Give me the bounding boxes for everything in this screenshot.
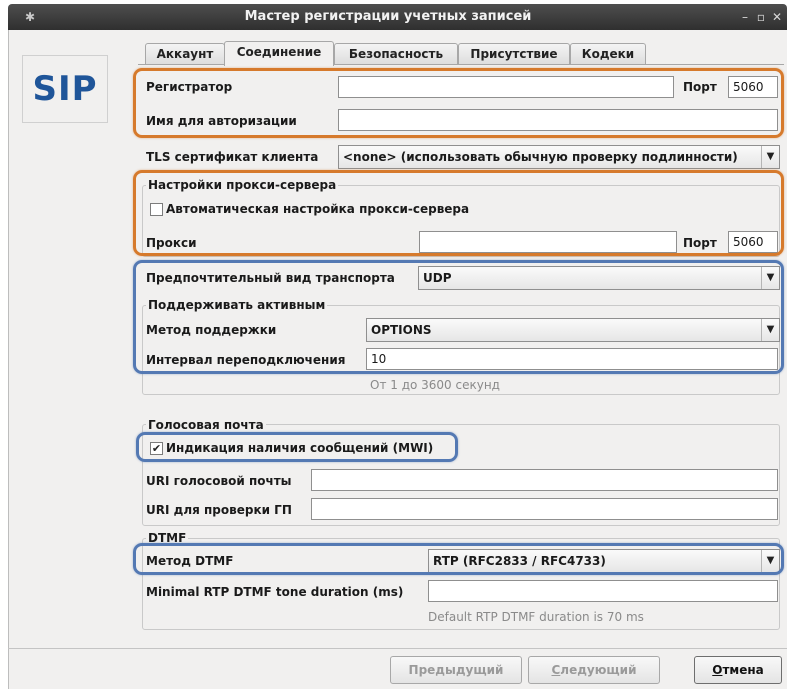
transport-dropdown[interactable]: UDP ▼ — [418, 266, 780, 290]
keepalive-group-title: Поддерживать активным — [146, 298, 328, 312]
mwi-checkbox[interactable]: ✔ — [150, 442, 163, 455]
proxy-group-title: Настройки прокси-сервера — [146, 178, 339, 192]
dtmf-duration-input[interactable] — [428, 580, 778, 602]
next-button[interactable]: Следующий — [528, 656, 660, 684]
reconnect-interval-hint: От 1 до 3600 секунд — [370, 378, 500, 392]
keepalive-method-dropdown[interactable]: OPTIONS ▼ — [366, 318, 780, 342]
title-bar[interactable]: ✱ Мастер регистрации учетных записей – ▫… — [8, 4, 787, 30]
voicemail-uri-label: URI голосовой почты — [146, 474, 292, 488]
dtmf-method-label: Метод DTMF — [146, 554, 234, 568]
chevron-down-icon: ▼ — [761, 319, 779, 341]
tls-cert-label: TLS сертификат клиента — [146, 150, 319, 164]
keepalive-method-label: Метод поддержки — [146, 323, 277, 337]
tab-codecs[interactable]: Кодеки — [570, 43, 646, 65]
footer-divider — [8, 648, 787, 649]
previous-button[interactable]: Предыдущий — [390, 656, 522, 684]
transport-label: Предпочтительный вид транспорта — [146, 271, 395, 285]
tls-cert-dropdown[interactable]: <none> (использовать обычную проверку по… — [338, 145, 780, 169]
registrar-input[interactable] — [338, 76, 674, 98]
voicemail-uri-input[interactable] — [311, 469, 778, 491]
dtmf-method-dropdown[interactable]: RTP (RFC2833 / RFC4733) ▼ — [428, 549, 780, 573]
chevron-down-icon: ▼ — [761, 267, 779, 289]
mwi-label[interactable]: Индикация наличия сообщений (MWI) — [166, 438, 433, 458]
registrar-label: Регистратор — [146, 80, 233, 94]
next-label-rest: ледующий — [560, 663, 637, 677]
dtmf-duration-label: Minimal RTP DTMF tone duration (ms) — [146, 585, 404, 599]
dtmf-duration-hint: Default RTP DTMF duration is 70 ms — [428, 610, 644, 624]
tab-connection[interactable]: Соединение — [224, 41, 334, 66]
proxy-label: Прокси — [146, 236, 197, 250]
chevron-down-icon: ▼ — [761, 146, 779, 168]
cancel-label-rest: тмена — [722, 663, 764, 677]
proxy-port-label: Порт — [683, 236, 717, 250]
proxy-auto-checkbox[interactable] — [150, 203, 163, 216]
tab-security[interactable]: Безопасность — [334, 43, 458, 65]
cancel-mnemonic: О — [712, 663, 723, 677]
auth-name-input[interactable] — [338, 109, 778, 131]
tls-cert-value: <none> (использовать обычную проверку по… — [343, 150, 738, 164]
minimize-icon[interactable]: – — [738, 8, 752, 26]
voicemail-group-title: Голосовая почта — [146, 418, 266, 432]
tab-account[interactable]: Аккаунт — [145, 43, 225, 65]
next-mnemonic: С — [551, 663, 561, 677]
proxy-input[interactable] — [419, 231, 677, 253]
cancel-button[interactable]: Отмена — [694, 656, 782, 684]
dtmf-group-title: DTMF — [146, 531, 189, 545]
dtmf-method-value: RTP (RFC2833 / RFC4733) — [433, 554, 606, 568]
window-title: Мастер регистрации учетных записей — [244, 9, 532, 24]
reconnect-interval-label: Интервал переподключения — [146, 353, 346, 367]
close-icon[interactable]: ✕ — [770, 8, 784, 26]
logo-frame: SIP — [22, 55, 108, 123]
reconnect-interval-input[interactable]: 10 — [366, 348, 778, 370]
tab-presence[interactable]: Присутствие — [458, 43, 570, 65]
registrar-port-label: Порт — [683, 80, 717, 94]
sip-logo: SIP — [32, 69, 98, 109]
maximize-icon[interactable]: ▫ — [754, 8, 768, 26]
chevron-down-icon: ▼ — [761, 550, 779, 572]
keepalive-method-value: OPTIONS — [371, 323, 432, 337]
voicemail-check-uri-label: URI для проверки ГП — [146, 503, 292, 517]
voicemail-check-uri-input[interactable] — [311, 498, 778, 520]
proxy-port-input[interactable]: 5060 — [728, 231, 778, 253]
auth-name-label: Имя для авторизации — [146, 114, 297, 128]
proxy-auto-label[interactable]: Автоматическая настройка прокси-сервера — [166, 199, 469, 219]
transport-value: UDP — [423, 271, 452, 285]
registrar-port-input[interactable]: 5060 — [728, 76, 778, 98]
